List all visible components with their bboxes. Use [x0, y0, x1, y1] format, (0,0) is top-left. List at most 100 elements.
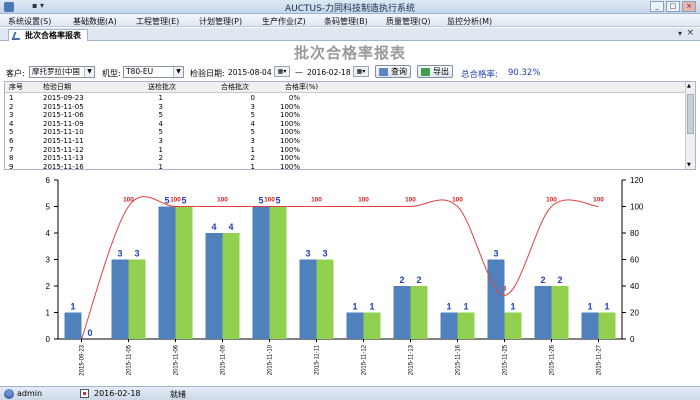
bar	[269, 206, 287, 339]
x-tick-label: 2015-11-06	[174, 344, 180, 375]
bar	[393, 286, 411, 339]
date-to-value[interactable]: 2016-02-18	[307, 68, 351, 77]
bar-value-label: 3	[493, 249, 498, 259]
line-value-label: 100	[123, 197, 134, 204]
table-cell: 1	[250, 162, 255, 170]
window-title: AUCTUS-力同科技制造执行系统	[284, 4, 416, 14]
y-tick-label-right: 100	[630, 203, 644, 212]
bar-value-label: 5	[275, 196, 280, 206]
filter-bar: 客户: 摩托罗拉(中国 ▼ 机型: T80-EU ▼ 检验日期: 2015-08…	[0, 64, 700, 80]
bar-value-label: 2	[416, 275, 421, 285]
bar	[551, 286, 569, 339]
export-button[interactable]: 导出	[417, 65, 453, 78]
total-pass-rate-value: 90.32%	[508, 68, 541, 78]
scroll-thumb[interactable]	[687, 94, 694, 134]
scroll-down-icon[interactable]: ▼	[687, 162, 691, 168]
line-value-label: 3	[503, 285, 507, 292]
date-label: 检验日期:	[190, 69, 225, 78]
x-tick-label: 2015-11-05	[127, 344, 133, 375]
bar	[222, 233, 240, 339]
date-to-picker-button[interactable]: ▦▾	[353, 66, 369, 77]
status-user: admin	[17, 389, 43, 398]
bar	[64, 312, 82, 339]
bar	[299, 259, 317, 339]
x-tick-label: 2015-11-11	[315, 344, 321, 374]
x-tick-label: 2015-11-27	[597, 344, 603, 375]
col-header-submitted[interactable]: 送检批次	[148, 83, 176, 92]
date-separator: —	[295, 68, 303, 77]
bar	[581, 312, 599, 339]
x-tick-label: 2015-11-26	[550, 344, 556, 375]
bar	[252, 206, 270, 339]
x-tick-label: 2015-11-16	[456, 344, 462, 375]
pass-rate-chart: 0123456020406080100120102015-09-233 32015…	[46, 176, 644, 376]
bar	[128, 259, 146, 339]
bar	[410, 286, 428, 339]
bar	[111, 259, 129, 339]
close-window-button[interactable]: ×	[682, 1, 696, 12]
tab-batch-pass-rate[interactable]: 批次合格率报表	[8, 29, 88, 41]
table-cell: 1	[158, 162, 163, 170]
table-cell: 9	[9, 162, 14, 170]
col-header-index[interactable]: 序号	[9, 83, 23, 92]
bar-value-label: 1	[510, 302, 515, 312]
bar-value-label: 2	[540, 275, 545, 285]
y-tick-label-right: 0	[630, 335, 635, 344]
model-value: T80-EU	[126, 67, 154, 76]
col-header-pass-rate[interactable]: 合格率(%)	[285, 83, 318, 92]
bar-value-label: 4	[211, 222, 216, 232]
line-value-label: 100	[593, 197, 604, 204]
export-button-label: 导出	[433, 67, 449, 76]
line-value-label: 100	[311, 197, 322, 204]
bar-value-label: 0	[87, 328, 92, 338]
status-date: 2016-02-18	[94, 389, 141, 398]
y-tick-label-right: 60	[630, 256, 639, 265]
line-value-label: 100	[546, 197, 557, 204]
status-state: 就绪	[170, 390, 186, 399]
status-bar: admin 2016-02-18 就绪	[0, 386, 700, 400]
export-icon	[421, 68, 430, 76]
y-tick-label-left: 6	[46, 176, 51, 185]
model-select[interactable]: T80-EU ▼	[123, 66, 184, 78]
bar-value-label: 4	[228, 222, 233, 232]
maximize-button[interactable]: □	[666, 1, 680, 12]
date-from-picker-button[interactable]: ▦▾	[274, 66, 290, 77]
grid-vertical-scrollbar[interactable]: ▲ ▼	[685, 82, 695, 169]
bar	[487, 259, 505, 339]
bar-value-label: 5	[181, 196, 186, 206]
y-tick-label-left: 4	[46, 229, 51, 238]
bar-value-label: 1	[463, 302, 468, 312]
menu-monitoring[interactable]: 监控分析(M)	[447, 16, 492, 27]
total-pass-rate-label: 总合格率:	[461, 70, 498, 80]
tab-close-button[interactable]: ×	[686, 28, 694, 38]
data-grid[interactable]: 序号 检验日期 送检批次 合格批次 合格率(%) 1 2015-09-23 1 0 0%…	[4, 81, 696, 170]
bar-value-label: 2	[399, 275, 404, 285]
menu-base-data[interactable]: 基础数据(A)	[73, 16, 117, 27]
bar	[158, 206, 176, 339]
date-from-value[interactable]: 2015-08-04	[228, 68, 272, 77]
x-tick-label: 2015-11-25	[503, 344, 509, 375]
customer-select[interactable]: 摩托罗拉(中国 ▼	[29, 66, 95, 78]
y-tick-label-right: 20	[630, 309, 639, 318]
col-header-passed[interactable]: 合格批次	[221, 83, 249, 92]
menu-barcode[interactable]: 条码管理(B)	[324, 16, 368, 27]
tab-list-button[interactable]: ▾	[678, 29, 682, 38]
y-tick-label-right: 120	[630, 176, 644, 185]
menu-production[interactable]: 生产作业(Z)	[262, 16, 306, 27]
model-label: 机型:	[102, 69, 121, 78]
bar	[504, 312, 522, 339]
menu-system-settings[interactable]: 系统设置(S)	[8, 16, 51, 27]
col-header-date[interactable]: 检验日期	[43, 83, 71, 92]
calendar-icon	[80, 389, 89, 398]
menu-quality[interactable]: 质量管理(Q)	[386, 16, 431, 27]
menu-engineering[interactable]: 工程管理(E)	[136, 16, 179, 27]
line-value-label: 100	[405, 197, 416, 204]
query-button[interactable]: 查询	[375, 65, 411, 78]
minimize-button[interactable]: _	[650, 1, 664, 12]
search-icon	[379, 68, 388, 76]
bar	[598, 312, 616, 339]
menu-planning[interactable]: 计划管理(P)	[199, 16, 242, 27]
bar	[316, 259, 334, 339]
bar-value-label: 3	[134, 249, 139, 259]
scroll-up-icon[interactable]: ▲	[687, 83, 691, 89]
